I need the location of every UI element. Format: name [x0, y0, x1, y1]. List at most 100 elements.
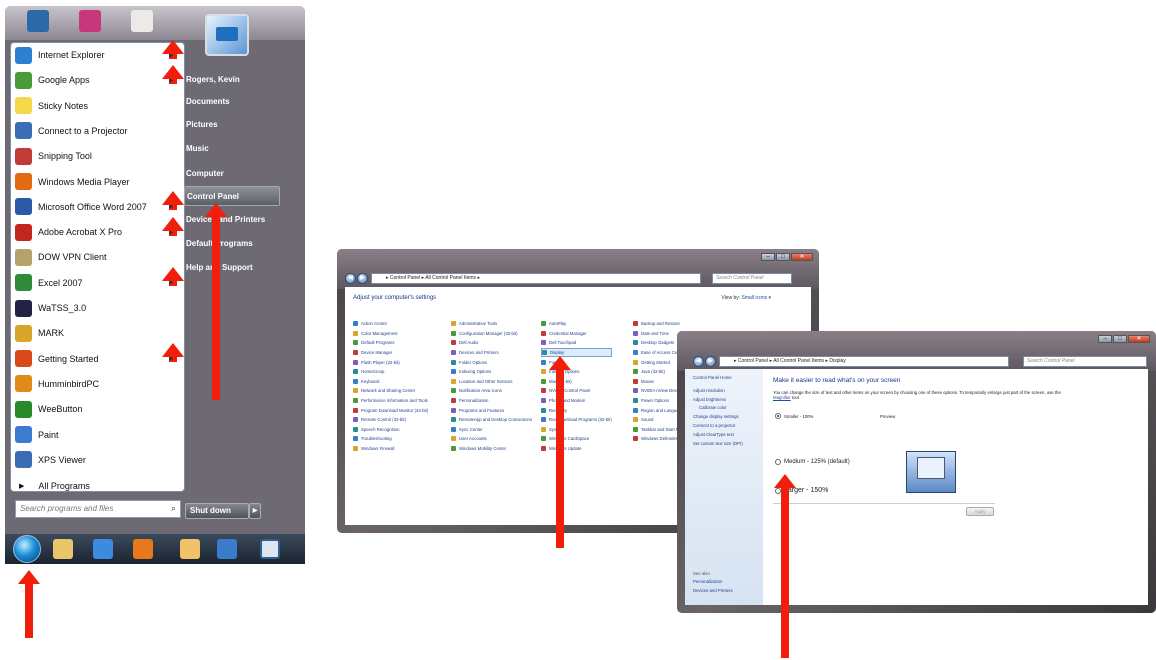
program-weebutton[interactable]: WeeButton — [12, 397, 182, 421]
magnifier-link[interactable]: Magnifier — [773, 395, 791, 400]
program-getting-started[interactable]: Getting Started ▶ — [12, 343, 184, 371]
search-control-panel-input[interactable]: Search Control Panel — [1023, 356, 1147, 367]
maximize-button[interactable]: □ — [1113, 335, 1127, 343]
sidebar-set-custom-text-size-dpi[interactable]: Set custom text size (DPI) — [693, 441, 743, 446]
cp-item-color-management[interactable]: Color Management — [353, 329, 428, 339]
cp-item-speech-recognition[interactable]: Speech Recognition — [353, 425, 428, 435]
cp-item-program-download-monitor-32-bit[interactable]: Program Download Monitor (32-bit) — [353, 405, 428, 415]
text-size-option-medium-125-default[interactable]: Medium - 125% (default) — [775, 459, 850, 465]
radio-button[interactable] — [775, 413, 781, 419]
program-sticky-notes[interactable]: Sticky Notes — [12, 94, 182, 118]
shutdown-options-button[interactable]: ▶ — [249, 503, 261, 519]
all-programs-button[interactable]: ▶ All Programs — [14, 477, 174, 495]
cp-item-default-programs[interactable]: Default Programs — [353, 338, 428, 348]
cp-item-homegroup[interactable]: HomeGroup — [353, 367, 428, 377]
cp-item-dell-touchpad[interactable]: Dell Touchpad — [541, 338, 612, 348]
shut-down-button[interactable]: Shut down ▶ — [185, 503, 261, 519]
text-size-option-smaller-100[interactable]: Smaller - 100% — [775, 413, 813, 419]
start-right-music[interactable]: Music — [184, 139, 280, 159]
program-watss-3-0[interactable]: WaTSS_3.0 — [12, 296, 182, 320]
desktop-shortcut-icon[interactable] — [27, 10, 49, 32]
mail-taskbar-icon[interactable] — [180, 539, 200, 559]
radio-button[interactable] — [775, 459, 781, 465]
program-excel-2007[interactable]: Excel 2007 ▶ — [12, 267, 184, 295]
cp-item-dell-audio[interactable]: Dell Audio — [451, 338, 532, 348]
cp-item-run-download-programs-32-bit[interactable]: Run Download Programs (32-bit) — [541, 415, 612, 425]
sidebar-connect-to-a-projector[interactable]: Connect to a projector — [693, 423, 735, 428]
cp-item-phone-and-modem[interactable]: Phone and Modem — [541, 396, 612, 406]
cp-item-windows-update[interactable]: Windows Update — [541, 444, 612, 454]
cp-item-nvidia-control-panel[interactable]: NVIDIA Control Panel — [541, 386, 612, 396]
cp-item-notification-area-icons[interactable]: Notification Area Icons — [451, 386, 532, 396]
sidebar-adjust-resolution[interactable]: Adjust resolution — [693, 388, 725, 393]
cp-item-folder-options[interactable]: Folder Options — [451, 357, 532, 367]
program-mark[interactable]: MARK — [12, 321, 182, 345]
view-by-control[interactable]: View by: Small icons ▾ — [721, 295, 771, 301]
search-control-panel-input[interactable]: Search Control Panel — [712, 273, 792, 284]
address-bar[interactable]: ▸ Control Panel ▸ All Control Panel Item… — [719, 356, 1009, 367]
user-picture-icon[interactable] — [205, 14, 249, 56]
start-right-help-and-support[interactable]: Help and Support — [184, 258, 280, 278]
cp-item-administrative-tools[interactable]: Administrative Tools — [451, 319, 532, 329]
cp-item-indexing-options[interactable]: Indexing Options — [451, 367, 532, 377]
cp-item-troubleshooting[interactable]: Troubleshooting — [353, 434, 428, 444]
explorer-taskbar-icon[interactable] — [53, 539, 73, 559]
desktop-shortcut-icon[interactable] — [79, 10, 101, 32]
cp-item-device-manager[interactable]: Device Manager — [353, 348, 428, 358]
cp-item-action-center[interactable]: Action Center — [353, 319, 428, 329]
program-google-apps[interactable]: Google Apps ▶ — [12, 64, 184, 92]
sidebar-adjust-brightness[interactable]: Adjust brightness — [693, 397, 726, 402]
cp-item-performance-information-and-tools[interactable]: Performance Information and Tools — [353, 396, 428, 406]
cp-item-remoteapp-and-desktop-connections[interactable]: RemoteApp and Desktop Connections — [451, 415, 532, 425]
program-windows-media-player[interactable]: Windows Media Player — [12, 170, 182, 194]
program-snipping-tool[interactable]: Snipping Tool — [12, 144, 182, 168]
cp-item-credential-manager[interactable]: Credential Manager — [541, 329, 612, 339]
program-adobe-acrobat-x-pro[interactable]: Adobe Acrobat X Pro ▶ — [12, 216, 184, 244]
minimize-button[interactable]: – — [1098, 335, 1112, 343]
view-by-dropdown[interactable]: Small icons ▾ — [742, 295, 771, 301]
close-button[interactable]: ✕ — [791, 253, 813, 261]
cp-item-windows-mobility-center[interactable]: Windows Mobility Center — [451, 444, 532, 454]
program-connect-to-a-projector[interactable]: Connect to a Projector — [12, 119, 182, 143]
forward-button[interactable]: ▶ — [705, 356, 716, 367]
cp-item-programs-and-features[interactable]: Programs and Features — [451, 405, 532, 415]
sidebar-control-panel-home[interactable]: Control Panel Home — [693, 375, 732, 380]
desktop-shortcut-icon[interactable] — [131, 10, 153, 32]
cp-item-system[interactable]: System — [541, 425, 612, 435]
cp-item-recovery[interactable]: Recovery — [541, 405, 612, 415]
program-microsoft-office-word-2007[interactable]: Microsoft Office Word 2007 ▶ — [12, 191, 184, 219]
start-right-pictures[interactable]: Pictures — [184, 115, 280, 135]
back-button[interactable]: ◀ — [693, 356, 704, 367]
internet-explorer-taskbar-icon[interactable] — [93, 539, 113, 559]
start-right-control-panel[interactable]: Control Panel — [184, 186, 280, 206]
app-taskbar-icon[interactable] — [217, 539, 237, 559]
cp-item-user-accounts[interactable]: User Accounts — [451, 434, 532, 444]
program-xps-viewer[interactable]: XPS Viewer — [12, 448, 182, 472]
minimize-button[interactable]: – — [761, 253, 775, 261]
close-button[interactable]: ✕ — [1128, 335, 1150, 343]
cp-item-network-and-sharing-center[interactable]: Network and Sharing Center — [353, 386, 428, 396]
address-bar[interactable]: ▸ Control Panel ▸ All Control Panel Item… — [371, 273, 701, 284]
cp-item-mail-32-bit[interactable]: Mail (32-bit) — [541, 377, 612, 387]
start-button[interactable] — [13, 535, 41, 563]
start-right-rogers-kevin[interactable]: Rogers, Kevin — [184, 70, 280, 90]
app-taskbar-icon[interactable] — [260, 539, 280, 559]
forward-button[interactable]: ▶ — [357, 273, 368, 284]
cp-item-windows-firewall[interactable]: Windows Firewall — [353, 444, 428, 454]
program-paint[interactable]: Paint — [12, 423, 182, 447]
maximize-button[interactable]: □ — [776, 253, 790, 261]
see-also-devices-and-printers[interactable]: Devices and Printers — [693, 588, 733, 593]
program-dow-vpn-client[interactable]: DOW VPN Client — [12, 245, 182, 269]
start-search-input[interactable]: Search programs and files ⌕ — [15, 500, 181, 518]
start-right-computer[interactable]: Computer — [184, 164, 280, 184]
cp-item-keyboard[interactable]: Keyboard — [353, 377, 428, 387]
cp-item-location-and-other-sensors[interactable]: Location and Other Sensors — [451, 377, 532, 387]
media-player-taskbar-icon[interactable] — [133, 539, 153, 559]
sidebar-change-display-settings[interactable]: Change display settings — [693, 414, 739, 419]
see-also-personalization[interactable]: Personalization — [693, 579, 722, 584]
start-right-documents[interactable]: Documents — [184, 92, 280, 112]
back-button[interactable]: ◀ — [345, 273, 356, 284]
apply-button[interactable]: Apply — [966, 507, 994, 516]
start-right-default-programs[interactable]: Default Programs — [184, 234, 280, 254]
start-right-devices-and-printers[interactable]: Devices and Printers — [184, 210, 280, 230]
